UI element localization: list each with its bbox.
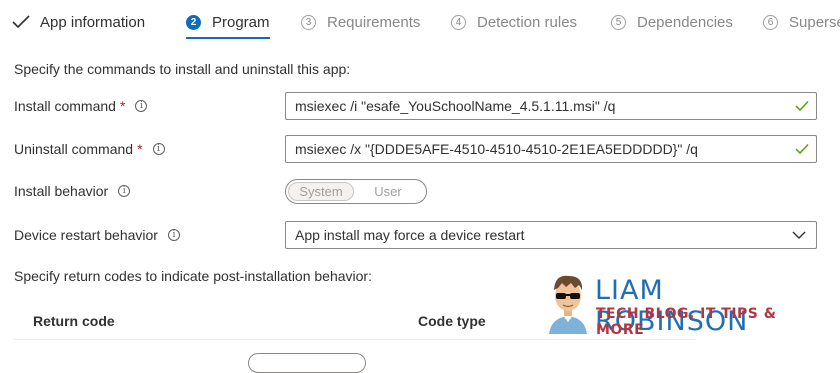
uninstall-command-value: msiexec /x "{DDDE5AFE-4510-4510-4510-2E1… bbox=[295, 141, 698, 157]
return-codes-intro: Specify return codes to indicate post-in… bbox=[14, 268, 372, 284]
step-label: Detection rules bbox=[477, 13, 578, 31]
chevron-down-icon bbox=[792, 231, 806, 239]
avatar-icon bbox=[549, 275, 587, 334]
info-icon[interactable]: i bbox=[135, 100, 148, 112]
device-restart-behavior-label: Device restart behavior i bbox=[14, 224, 180, 246]
step-number: 4 bbox=[451, 14, 466, 30]
step-requirements[interactable]: 3 Requirements bbox=[301, 8, 420, 36]
step-label: Dependencies bbox=[637, 13, 733, 31]
label-text: Install command bbox=[14, 98, 116, 114]
checkmark-icon bbox=[795, 143, 809, 155]
active-step-indicator bbox=[186, 37, 270, 39]
step-label: App information bbox=[40, 13, 146, 31]
step-dependencies[interactable]: 5 Dependencies bbox=[611, 8, 733, 36]
step-detection-rules[interactable]: 4 Detection rules bbox=[451, 8, 577, 36]
watermark-tagline: TECH BLOG, IT TIPS & MORE bbox=[596, 306, 777, 338]
step-label: Requirements bbox=[327, 13, 421, 31]
info-icon[interactable]: i bbox=[118, 185, 131, 197]
step-label: Program bbox=[212, 13, 270, 31]
step-number: 5 bbox=[611, 14, 626, 30]
device-restart-behavior-dropdown[interactable]: App install may force a device restart bbox=[285, 221, 817, 249]
step-label: Superse bbox=[789, 13, 840, 31]
step-number: 6 bbox=[763, 14, 778, 30]
table-header-divider bbox=[14, 339, 696, 340]
wizard-steps: App information 2 Program 3 Requirements… bbox=[0, 0, 840, 44]
uninstall-command-input[interactable]: msiexec /x "{DDDE5AFE-4510-4510-4510-2E1… bbox=[285, 135, 817, 163]
uninstall-command-label: Uninstall command * i bbox=[14, 138, 165, 160]
required-marker: * bbox=[119, 98, 126, 114]
install-command-input[interactable]: msiexec /i "esafe_YouSchoolName_4.5.1.11… bbox=[285, 92, 817, 120]
required-marker: * bbox=[137, 141, 143, 157]
add-return-code-button[interactable] bbox=[248, 353, 366, 373]
checkmark-icon bbox=[795, 100, 809, 112]
step-program[interactable]: 2 Program bbox=[186, 8, 270, 39]
install-behavior-user-option[interactable]: User bbox=[354, 182, 422, 201]
step-number: 3 bbox=[301, 14, 316, 30]
column-header-return-code: Return code bbox=[33, 313, 115, 329]
check-icon bbox=[12, 15, 30, 29]
label-text: Install behavior bbox=[14, 183, 109, 199]
device-restart-behavior-value: App install may force a device restart bbox=[295, 227, 525, 243]
install-behavior-toggle[interactable]: System User bbox=[285, 179, 427, 204]
column-header-code-type: Code type bbox=[418, 313, 486, 329]
install-behavior-system-option[interactable]: System bbox=[288, 182, 354, 201]
info-icon[interactable]: i bbox=[152, 143, 165, 155]
step-app-information[interactable]: App information bbox=[12, 8, 145, 36]
blog-watermark: LIAM ROBINSON TECH BLOG, IT TIPS & MORE bbox=[543, 268, 803, 338]
step-supersedence[interactable]: 6 Superse bbox=[763, 8, 840, 36]
label-text: Device restart behavior bbox=[14, 227, 158, 243]
install-command-value: msiexec /i "esafe_YouSchoolName_4.5.1.11… bbox=[295, 98, 616, 114]
step-number: 2 bbox=[186, 14, 201, 30]
info-icon[interactable]: i bbox=[167, 229, 180, 241]
label-text: Uninstall command bbox=[14, 141, 134, 157]
install-behavior-label: Install behavior i bbox=[14, 180, 131, 202]
program-intro: Specify the commands to install and unin… bbox=[14, 61, 351, 77]
install-command-label: Install command * i bbox=[14, 95, 148, 117]
